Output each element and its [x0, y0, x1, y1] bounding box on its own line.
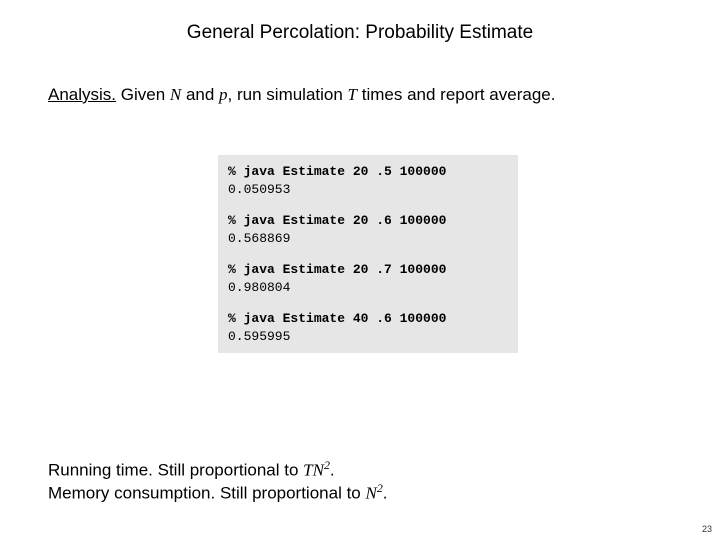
var-p: p	[219, 85, 228, 104]
running-text: Still proportional to	[153, 461, 303, 480]
code-block: % java Estimate 20 .5 100000 0.050953 % …	[218, 155, 518, 353]
slide: General Percolation: Probability Estimat…	[0, 0, 720, 540]
code-cmd: % java Estimate 20 .5 100000	[228, 163, 508, 181]
code-entry: % java Estimate 20 .6 100000 0.568869	[228, 212, 508, 247]
memory-period: .	[383, 484, 388, 503]
var-T: T	[348, 85, 357, 104]
analysis-text-after: times and report average.	[357, 85, 555, 104]
code-entry: % java Estimate 20 .7 100000 0.980804	[228, 261, 508, 296]
code-out: 0.980804	[228, 279, 508, 297]
memory-text: Still proportional to	[215, 484, 365, 503]
analysis-text-1: Given	[116, 85, 170, 104]
analysis-label: Analysis.	[48, 85, 116, 104]
code-out: 0.568869	[228, 230, 508, 248]
code-out: 0.595995	[228, 328, 508, 346]
code-out: 0.050953	[228, 181, 508, 199]
code-cmd: % java Estimate 40 .6 100000	[228, 310, 508, 328]
memory-label: Memory consumption.	[48, 484, 215, 503]
code-cmd: % java Estimate 20 .7 100000	[228, 261, 508, 279]
analysis-text-mid: , run simulation	[228, 85, 348, 104]
running-label: Running time.	[48, 461, 153, 480]
page-number: 23	[702, 524, 712, 534]
analysis-text-and: and	[181, 85, 219, 104]
var-N2: N	[365, 484, 376, 503]
slide-title: General Percolation: Probability Estimat…	[0, 22, 720, 44]
var-N: N	[170, 85, 181, 104]
running-time-line: Running time. Still proportional to TN2.	[48, 458, 335, 481]
code-entry: % java Estimate 40 .6 100000 0.595995	[228, 310, 508, 345]
code-cmd: % java Estimate 20 .6 100000	[228, 212, 508, 230]
running-period: .	[330, 461, 335, 480]
var-TN: TN	[303, 461, 324, 480]
analysis-line: Analysis. Given N and p, run simulation …	[48, 85, 555, 105]
code-entry: % java Estimate 20 .5 100000 0.050953	[228, 163, 508, 198]
memory-line: Memory consumption. Still proportional t…	[48, 481, 388, 504]
